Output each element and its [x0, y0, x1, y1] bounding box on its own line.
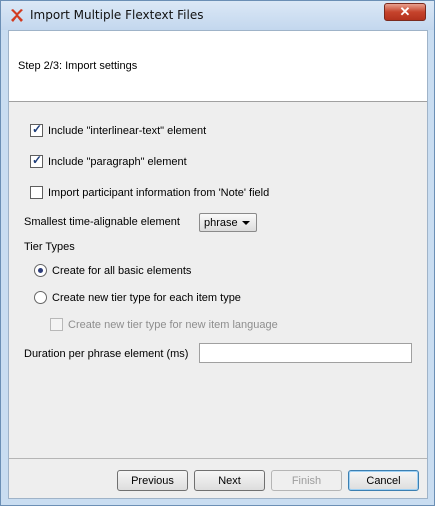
duration-input[interactable] [199, 343, 412, 363]
footer-divider [9, 458, 427, 459]
option-create-per-language: Create new tier type for new item langua… [50, 318, 278, 331]
cancel-button[interactable]: Cancel [348, 470, 419, 491]
smallest-element-select[interactable]: phrase [199, 213, 257, 232]
smallest-element-label: Smallest time-alignable element [24, 216, 180, 228]
create-all-basic-label: Create for all basic elements [52, 264, 192, 277]
next-button[interactable]: Next [194, 470, 265, 491]
window-title: Import Multiple Flextext Files [30, 8, 204, 22]
close-icon: ✕ [399, 4, 411, 19]
duration-label: Duration per phrase element (ms) [24, 348, 189, 360]
create-all-basic-radio[interactable] [34, 264, 47, 277]
app-icon [11, 9, 23, 22]
previous-button[interactable]: Previous [117, 470, 188, 491]
step-title: Step 2/3: Import settings [18, 60, 138, 72]
create-per-item-label: Create new tier type for each item type [52, 291, 241, 304]
option-include-paragraph[interactable]: ✓ Include "paragraph" element [30, 153, 187, 168]
include-interlinear-label: Include "interlinear-text" element [48, 124, 207, 137]
create-per-language-label: Create new tier type for new item langua… [68, 318, 278, 331]
close-button[interactable]: ✕ [384, 3, 426, 21]
include-interlinear-checkbox[interactable]: ✓ [30, 122, 43, 137]
option-create-per-item[interactable]: Create new tier type for each item type [34, 291, 241, 304]
chevron-down-icon [242, 221, 250, 225]
option-include-interlinear[interactable]: ✓ Include "interlinear-text" element [30, 122, 207, 137]
import-participant-checkbox[interactable] [30, 186, 43, 199]
checkmark-icon: ✓ [32, 122, 43, 136]
option-create-all-basic[interactable]: Create for all basic elements [34, 264, 191, 277]
include-paragraph-label: Include "paragraph" element [48, 155, 187, 168]
create-per-item-radio[interactable] [34, 291, 47, 304]
import-participant-label: Import participant information from 'Not… [48, 186, 270, 199]
finish-button[interactable]: Finish [271, 470, 342, 491]
dialog-content: Step 2/3: Import settings ✓ Include "int… [8, 30, 428, 499]
include-paragraph-checkbox[interactable]: ✓ [30, 153, 43, 168]
create-per-language-checkbox [50, 318, 63, 331]
title-bar[interactable]: Import Multiple Flextext Files ✕ [1, 1, 434, 30]
smallest-element-value: phrase [204, 216, 238, 229]
checkmark-icon: ✓ [32, 153, 43, 167]
import-dialog-window: Import Multiple Flextext Files ✕ Step 2/… [0, 0, 435, 506]
radio-selected-icon [38, 268, 43, 273]
option-import-participant[interactable]: Import participant information from 'Not… [30, 186, 269, 199]
step-header: Step 2/3: Import settings [9, 31, 427, 102]
tier-types-label: Tier Types [24, 241, 75, 253]
